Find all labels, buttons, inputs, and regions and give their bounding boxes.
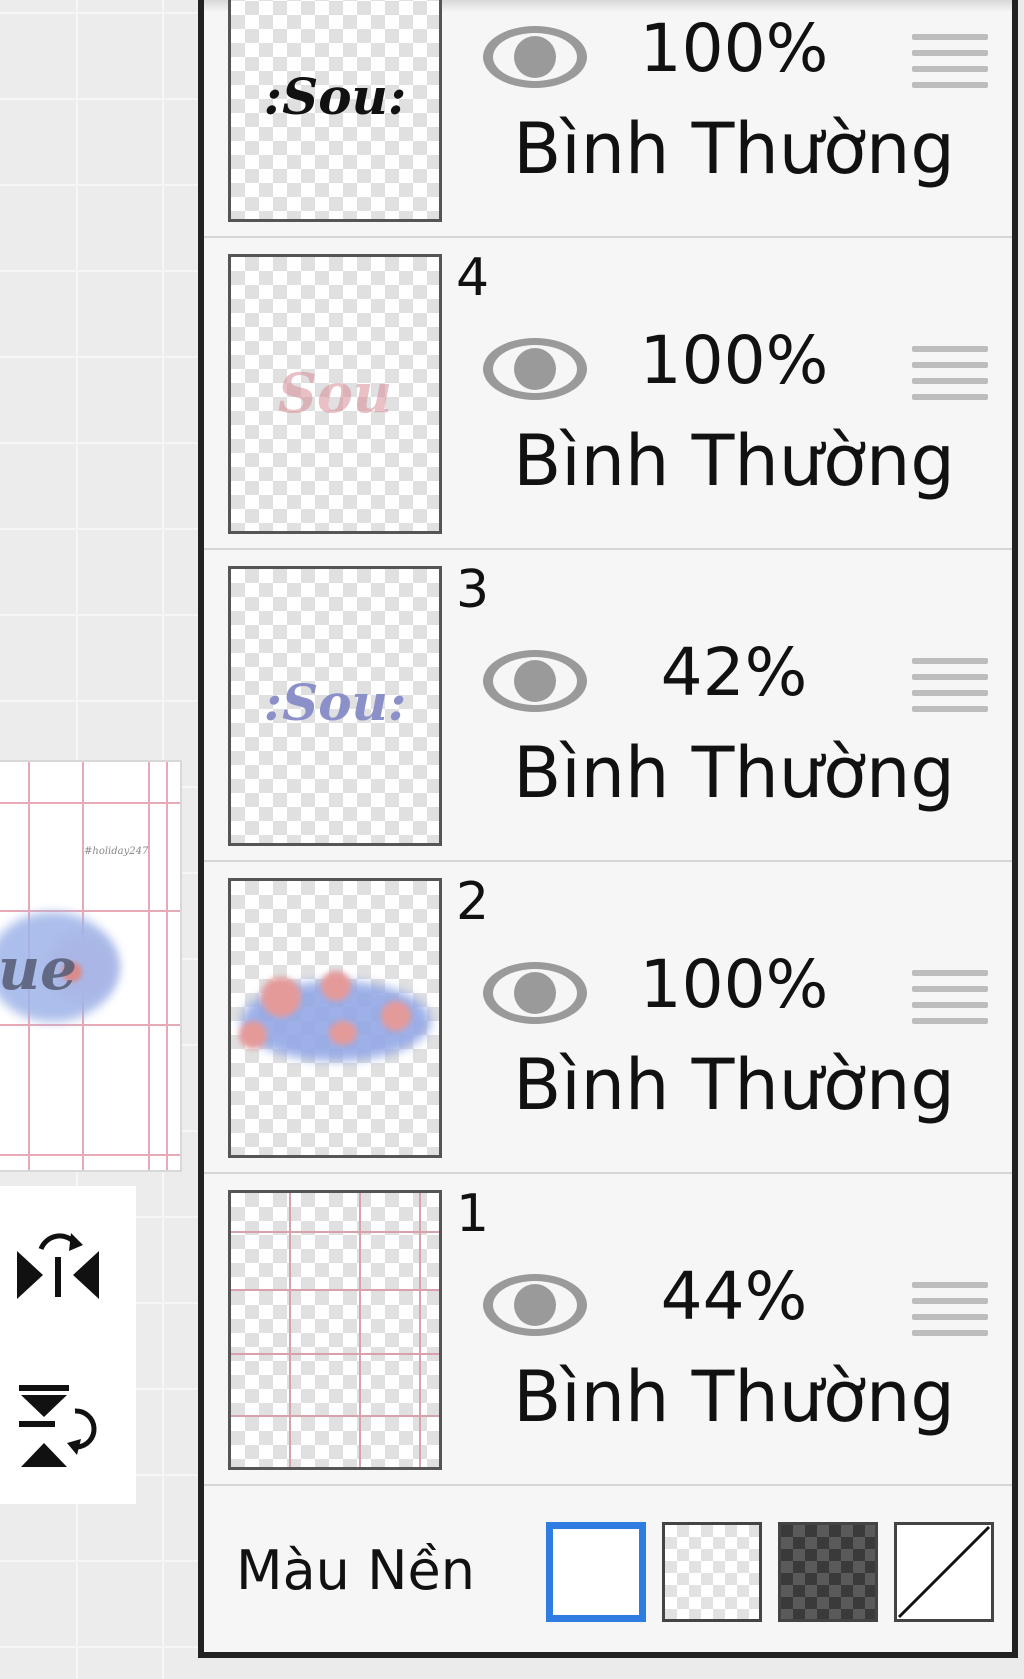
drag-handle-icon[interactable]: [912, 346, 988, 410]
watercolor-blob: [239, 1021, 267, 1049]
watercolor-blob: [381, 1001, 411, 1031]
layer-opacity[interactable]: 42%: [624, 640, 844, 706]
watercolor-blob: [261, 977, 301, 1017]
guide-line: [0, 910, 180, 912]
canvas-preview[interactable]: ue #holiday247: [0, 760, 182, 1172]
visibility-eye-icon[interactable]: [480, 22, 590, 92]
guide-line: [359, 1193, 361, 1467]
blend-mode[interactable]: Bình Thường: [494, 738, 974, 808]
background-color-label: Màu Nền: [236, 1539, 475, 1602]
layer-row-4[interactable]: Sou 4 100% Bình Thường: [204, 238, 1012, 550]
blend-mode[interactable]: Bình Thường: [494, 426, 974, 496]
thumbnail-lettering: Sou: [277, 361, 393, 425]
flip-vertical-icon: [19, 1385, 97, 1467]
guide-line: [289, 1193, 291, 1467]
bg-swatch-transparent-light[interactable]: [662, 1522, 762, 1622]
layer-thumbnail: [228, 878, 442, 1158]
canvas-watermark: #holiday247: [84, 846, 149, 857]
layer-number: 4: [456, 248, 490, 308]
flip-horizontal-icon: [17, 1233, 99, 1299]
layer-thumbnail: :Sou:: [228, 0, 442, 222]
layer-thumbnail: [228, 1190, 442, 1470]
guide-line: [419, 1193, 421, 1467]
drag-handle-icon[interactable]: [912, 1282, 988, 1346]
layer-number: 2: [456, 872, 490, 932]
layer-opacity[interactable]: 100%: [624, 952, 844, 1018]
layer-opacity[interactable]: 44%: [624, 1264, 844, 1330]
guide-line: [148, 762, 150, 1170]
layers-panel: :Sou: 5 100% Bình Thường Sou 4 100% Bình…: [198, 0, 1018, 1658]
drag-handle-icon[interactable]: [912, 970, 988, 1034]
drag-handle-icon[interactable]: [912, 658, 988, 722]
watercolor-blob: [329, 1021, 357, 1045]
guide-line: [0, 802, 180, 804]
layer-thumbnail: Sou: [228, 254, 442, 534]
visibility-eye-icon[interactable]: [480, 334, 590, 404]
bg-swatch-none[interactable]: [894, 1522, 994, 1622]
layer-thumbnail: :Sou:: [228, 566, 442, 846]
canvas-area[interactable]: ue #holiday247: [0, 0, 200, 1679]
guide-line: [231, 1289, 439, 1291]
guide-line: [231, 1415, 439, 1417]
layer-row-3[interactable]: :Sou: 3 42% Bình Thường: [204, 550, 1012, 862]
guide-line: [0, 1154, 180, 1156]
thumbnail-lettering: :Sou:: [263, 67, 407, 126]
thumbnail-lettering: :Sou:: [263, 673, 407, 732]
flip-vertical-button[interactable]: [8, 1376, 108, 1476]
flip-horizontal-button[interactable]: [8, 1216, 108, 1316]
layer-row-1[interactable]: 1 44% Bình Thường: [204, 1174, 1012, 1486]
none-slash-icon: [897, 1525, 991, 1619]
watercolor-blob: [321, 971, 351, 1001]
visibility-eye-icon[interactable]: [480, 646, 590, 716]
blend-mode[interactable]: Bình Thường: [494, 1362, 974, 1432]
layer-opacity[interactable]: 100%: [624, 16, 844, 82]
layer-row-5[interactable]: :Sou: 5 100% Bình Thường: [204, 0, 1012, 238]
canvas-lettering: ue: [0, 935, 78, 1003]
transform-toolbar: [0, 1186, 136, 1504]
layer-number: 1: [456, 1184, 490, 1244]
guide-line: [231, 1231, 439, 1233]
guide-line: [0, 1024, 180, 1026]
layer-row-2[interactable]: 2 100% Bình Thường: [204, 862, 1012, 1174]
blend-mode[interactable]: Bình Thường: [494, 1050, 974, 1120]
visibility-eye-icon[interactable]: [480, 1270, 590, 1340]
drag-handle-icon[interactable]: [912, 34, 988, 98]
guide-line: [166, 762, 168, 1170]
background-color-row: Màu Nền: [204, 1492, 1012, 1652]
bg-swatch-transparent-dark[interactable]: [778, 1522, 878, 1622]
layer-number: 3: [456, 560, 490, 620]
guide-line: [231, 1353, 439, 1355]
blend-mode[interactable]: Bình Thường: [494, 114, 974, 184]
visibility-eye-icon[interactable]: [480, 958, 590, 1028]
layer-opacity[interactable]: 100%: [624, 328, 844, 394]
bg-swatch-white[interactable]: [546, 1522, 646, 1622]
